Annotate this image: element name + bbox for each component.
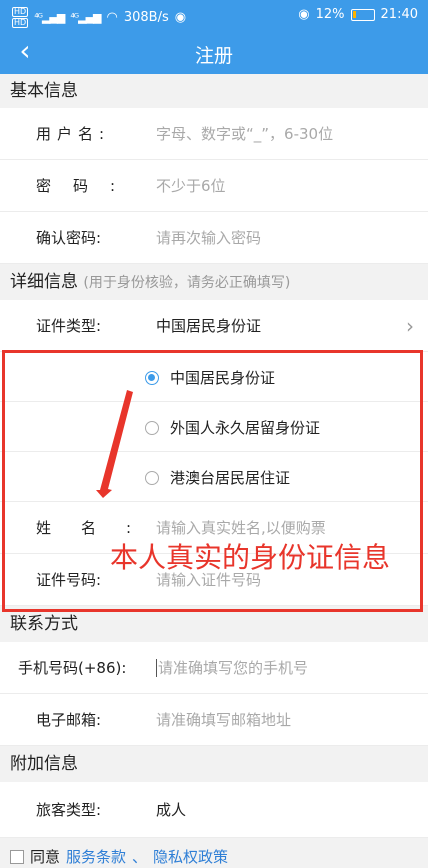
annotation-text: 本人真实的身份证信息 (110, 541, 391, 574)
annotation-arrow-icon (96, 390, 133, 498)
